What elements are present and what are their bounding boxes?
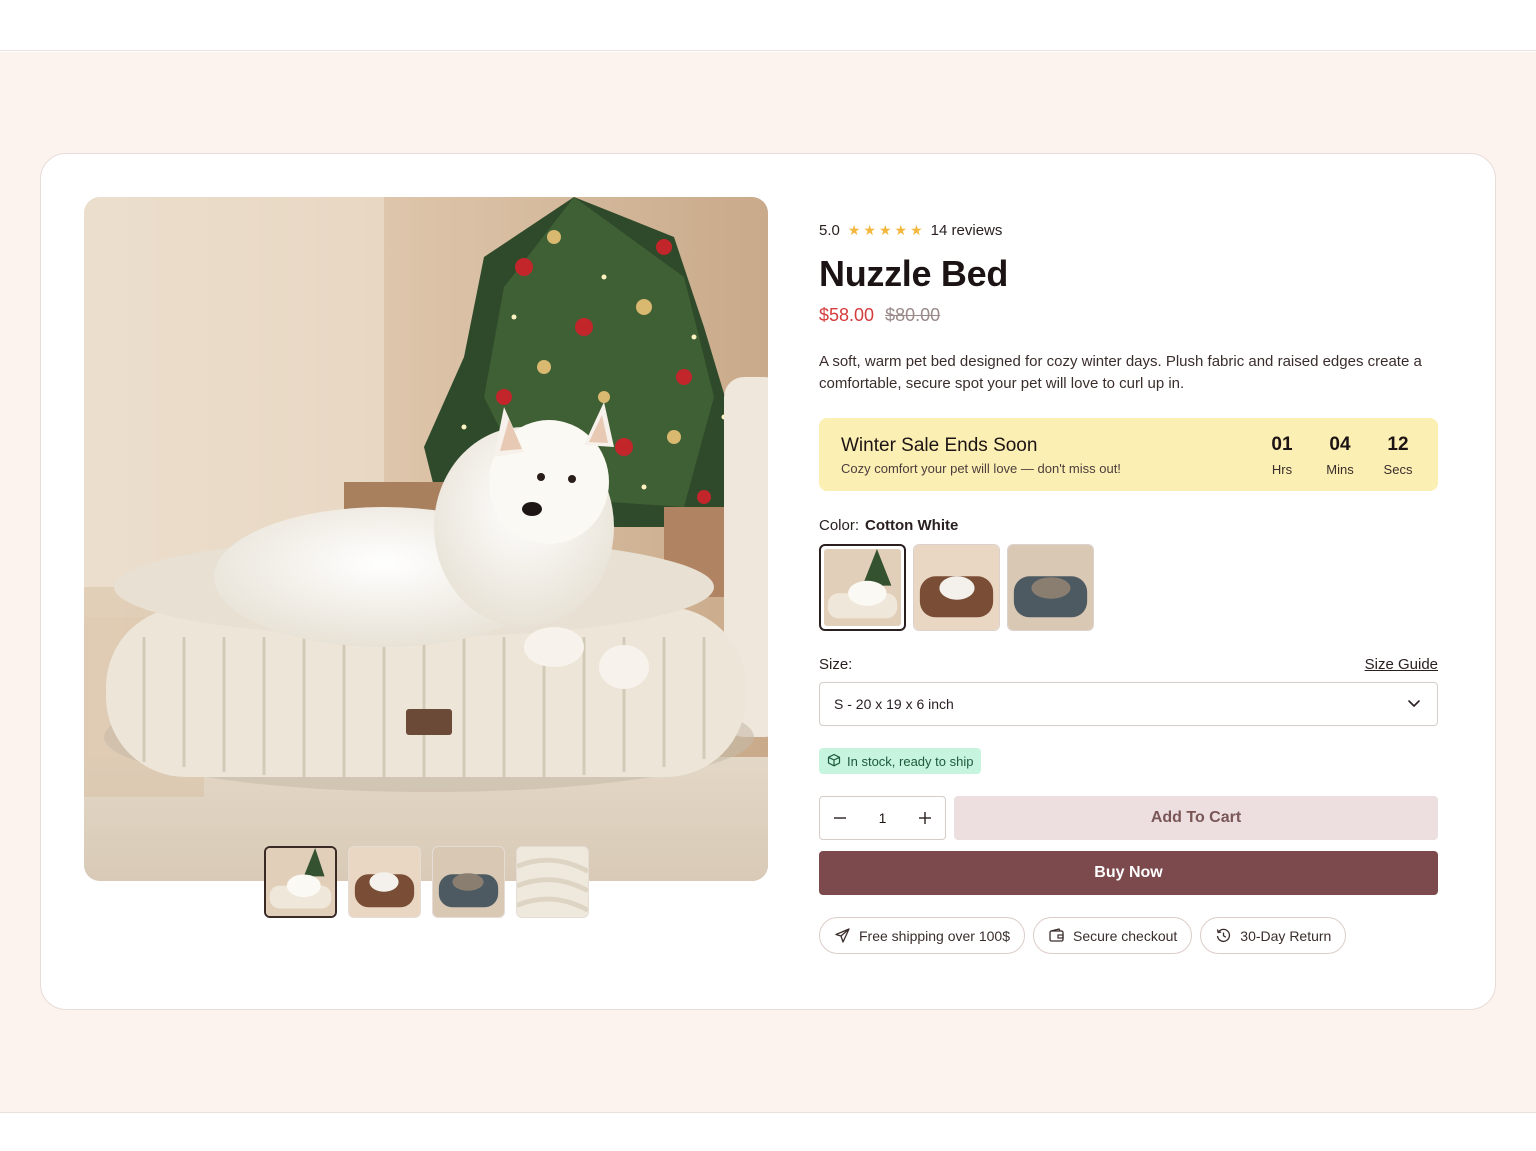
rating-row: 5.0 ★ ★ ★ ★ ★ 14 reviews: [819, 218, 1438, 242]
stock-text: In stock, ready to ship: [847, 753, 974, 769]
timer-value: 04: [1329, 434, 1351, 455]
top-bar: [0, 0, 1536, 51]
add-to-cart-button[interactable]: Add To Cart: [954, 796, 1438, 840]
gallery-thumb-white[interactable]: [264, 846, 337, 918]
return-clock-icon: [1215, 927, 1232, 944]
cart-row: 1 Add To Cart: [819, 796, 1438, 840]
reviews-link[interactable]: 14 reviews: [931, 222, 1003, 239]
box-icon: [827, 753, 841, 770]
main-product-image: [84, 197, 768, 881]
timer-value: 12: [1387, 434, 1409, 455]
product-info: 5.0 ★ ★ ★ ★ ★ 14 reviews Nuzzle Bed $58.…: [819, 218, 1438, 954]
swatch-brown[interactable]: [913, 544, 1000, 631]
color-label: Color:: [819, 517, 860, 534]
stock-badge: In stock, ready to ship: [819, 748, 982, 774]
minus-icon[interactable]: [832, 810, 848, 826]
product-title: Nuzzle Bed: [819, 253, 1009, 294]
rating-score: 5.0: [819, 221, 840, 239]
sale-subtitle: Cozy comfort your pet will love — don't …: [841, 461, 1121, 476]
timer-hours: 01 Hrs: [1264, 434, 1300, 477]
size-select[interactable]: S - 20 x 19 x 6 inch: [819, 682, 1438, 726]
quantity-stepper: 1: [819, 796, 946, 840]
gallery-thumbnails: [264, 846, 589, 918]
trust-badges: Free shipping over 100$ Secure checkout …: [819, 917, 1438, 954]
size-row: Size: Size Guide: [819, 656, 1438, 673]
color-selected: Cotton White: [865, 517, 959, 534]
price-row: $58.00 $80.00: [819, 304, 1438, 326]
badge-label: Free shipping over 100$: [859, 927, 1010, 944]
star-icon: ★: [878, 222, 892, 238]
sale-banner: Winter Sale Ends Soon Cozy comfort your …: [819, 418, 1438, 491]
size-guide-link[interactable]: Size Guide: [1365, 656, 1438, 673]
color-label-row: Color: Cotton White: [819, 517, 1438, 534]
star-icon: ★: [910, 222, 923, 238]
timer-seconds: 12 Secs: [1380, 434, 1416, 477]
sale-title: Winter Sale Ends Soon: [841, 435, 1038, 456]
product-description: A soft, warm pet bed designed for cozy w…: [819, 353, 1422, 392]
badge-secure-checkout: Secure checkout: [1033, 917, 1193, 954]
star-icon: ★: [863, 222, 876, 238]
swatch-grey[interactable]: [1007, 544, 1094, 631]
wallet-icon: [1048, 927, 1065, 944]
plus-icon[interactable]: [917, 810, 933, 826]
timer-minutes: 04 Mins: [1322, 434, 1358, 477]
plane-icon: [834, 927, 851, 944]
timer-label: Hrs: [1271, 462, 1293, 477]
bottom-bar: [0, 1112, 1536, 1151]
badge-free-shipping: Free shipping over 100$: [819, 917, 1025, 954]
countdown-timer: 01 Hrs 04 Mins 12 Secs: [1264, 434, 1416, 477]
color-swatches: [819, 544, 1438, 631]
buy-now-button[interactable]: Buy Now: [819, 851, 1438, 895]
star-icon: ★: [894, 222, 908, 238]
sale-price: $58.00: [819, 305, 875, 325]
star-icon: ★: [847, 222, 861, 238]
size-selected-value: S - 20 x 19 x 6 inch: [834, 696, 954, 712]
rating-stars: ★ ★ ★ ★ ★: [848, 223, 923, 237]
timer-label: Mins: [1326, 462, 1354, 477]
badge-return: 30-Day Return: [1200, 917, 1347, 954]
gallery-thumb-grey[interactable]: [432, 846, 505, 918]
swatch-cotton-white[interactable]: [819, 544, 906, 631]
gallery-thumb-brown[interactable]: [348, 846, 421, 918]
timer-label: Secs: [1383, 462, 1413, 477]
original-price: $80.00: [885, 305, 941, 325]
chevron-down-icon: [1407, 696, 1421, 713]
gallery-thumb-fabric[interactable]: [516, 846, 589, 918]
badge-label: Secure checkout: [1073, 927, 1178, 944]
quantity-value[interactable]: 1: [879, 810, 887, 826]
size-label: Size:: [819, 656, 853, 673]
badge-label: 30-Day Return: [1240, 927, 1332, 944]
timer-value: 01: [1271, 434, 1293, 455]
